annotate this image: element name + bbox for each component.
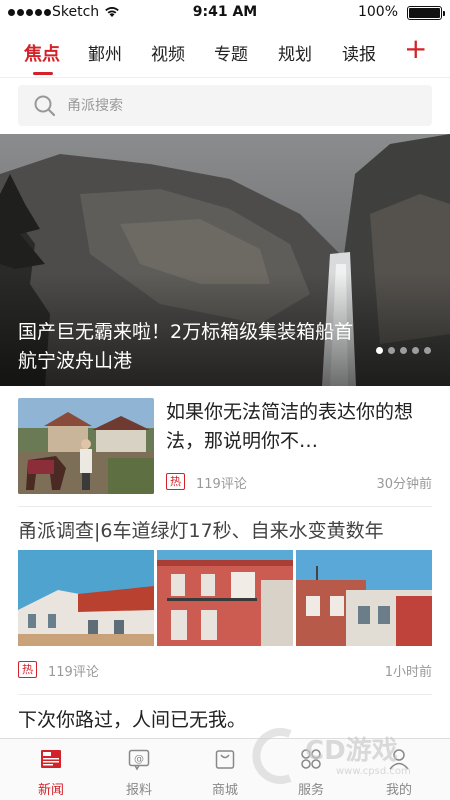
hot-badge: 热 [166,473,185,490]
search-bar[interactable] [18,85,432,126]
search-icon [34,95,56,117]
svg-text:@: @ [134,754,144,765]
article-image[interactable] [296,550,432,646]
article-title[interactable]: 下次你路过，人间已无我。 [18,705,246,732]
tab-planning[interactable]: 规划 [278,40,312,65]
tab-topics[interactable]: 专题 [214,40,248,65]
article-title[interactable]: 甬派调查|6车道绿灯17秒、自来水变黄数年 [18,516,438,543]
tab-focus[interactable]: 焦点 [24,40,60,66]
carousel-dot[interactable] [388,347,395,354]
watermark-icon [252,728,292,784]
carousel-dot[interactable] [400,347,407,354]
hot-badge: 热 [18,661,37,678]
battery-icon [407,6,445,20]
hero-headline[interactable]: 国产巨无霸来啦！2万标箱级集装箱船首航宁波舟山港 [18,318,370,376]
news-icon [41,750,61,768]
article-title[interactable]: 如果你无法简洁的表达你的想法，那说明你不… [166,398,436,456]
article-image[interactable] [157,550,293,646]
watermark-url: www.cpsd.com [336,766,411,777]
divider [18,694,432,695]
shop-bag-icon [215,750,235,769]
add-channel-button[interactable]: + [404,35,427,63]
article-image[interactable] [18,550,154,646]
search-input[interactable] [67,85,417,126]
article-thumbnail [18,398,154,494]
watermark-text: CD游戏 [305,736,398,766]
tabbar-item-news[interactable]: 新闻 [8,739,94,800]
carousel-dot[interactable] [424,347,431,354]
comment-count: 119评论 [196,477,247,492]
carousel-dot[interactable] [412,347,419,354]
tabbar-item-report[interactable]: @ 报料 [96,739,182,800]
report-icon: @ [128,749,150,771]
tab-newspaper[interactable]: 读报 [342,40,376,65]
publish-time: 30分钟前 [376,477,432,492]
battery-percentage: 100% [357,4,398,20]
tabbar-label: 新闻 [37,783,64,798]
publish-time: 1小时前 [384,665,432,680]
status-bar: Sketch 9:41 AM 100% [0,0,450,26]
active-tab-indicator [33,72,53,75]
carousel-indicator [376,347,431,354]
comment-count: 119评论 [48,665,99,680]
watermark-logo: CD游戏 www.cpsd.com [250,722,440,788]
carousel-dot[interactable] [376,347,383,354]
channel-tabs: 焦点 鄞州 视频 专题 规划 读报 + [0,26,450,78]
tab-video[interactable]: 视频 [151,40,185,65]
divider [18,506,432,507]
tabbar-label: 报料 [125,783,152,798]
tab-yinzhou[interactable]: 鄞州 [88,40,122,65]
